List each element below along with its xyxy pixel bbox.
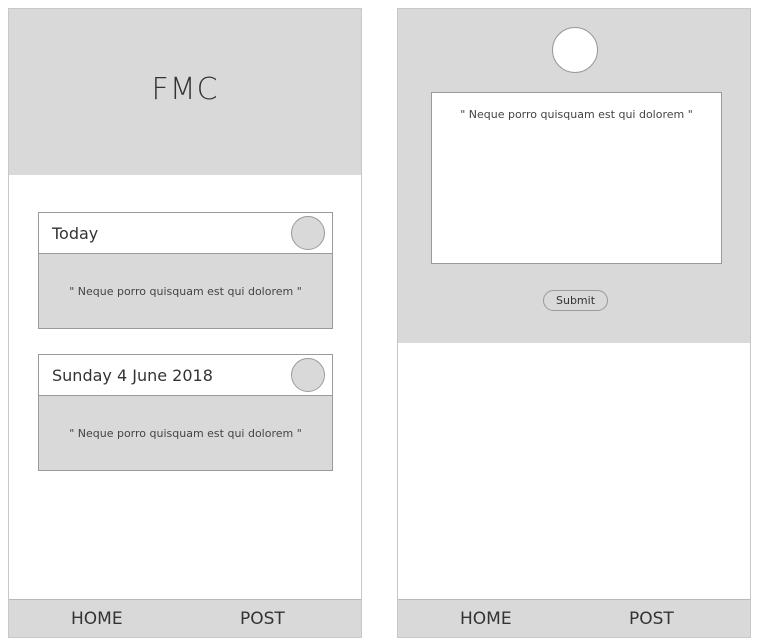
post-body: " Neque porro quisquam est qui dolorem " xyxy=(38,396,333,471)
nav-post-button[interactable]: POST xyxy=(240,600,285,637)
avatar[interactable] xyxy=(291,358,325,392)
post-text: " Neque porro quisquam est qui dolorem " xyxy=(69,426,302,440)
submit-button[interactable]: Submit xyxy=(543,290,608,311)
nav-post-button[interactable]: POST xyxy=(629,600,674,637)
nav-home-button[interactable]: HOME xyxy=(71,600,123,637)
bottom-nav: HOME POST xyxy=(398,599,750,637)
app-header: FMC xyxy=(9,9,361,175)
post-date: Sunday 4 June 2018 xyxy=(52,365,213,385)
compose-panel: " Neque porro quisquam est qui dolorem "… xyxy=(398,9,750,343)
post-date: Today xyxy=(52,223,99,243)
nav-home-button[interactable]: HOME xyxy=(460,600,512,637)
post-card-header: Sunday 4 June 2018 xyxy=(38,354,333,396)
post-card-header: Today xyxy=(38,212,333,254)
app-title: FMC xyxy=(151,71,219,107)
bottom-nav: HOME POST xyxy=(9,599,361,637)
post-text-input[interactable]: " Neque porro quisquam est qui dolorem " xyxy=(431,92,722,264)
post-text-placeholder: " Neque porro quisquam est qui dolorem " xyxy=(460,108,693,121)
avatar[interactable] xyxy=(552,27,598,73)
post-text: " Neque porro quisquam est qui dolorem " xyxy=(69,284,302,298)
feed-screen: FMC Today " Neque porro quisquam est qui… xyxy=(8,8,362,638)
post-body: " Neque porro quisquam est qui dolorem " xyxy=(38,254,333,329)
post-card[interactable]: Today " Neque porro quisquam est qui dol… xyxy=(38,212,333,329)
compose-screen: " Neque porro quisquam est qui dolorem "… xyxy=(397,8,751,638)
post-card[interactable]: Sunday 4 June 2018 " Neque porro quisqua… xyxy=(38,354,333,471)
avatar[interactable] xyxy=(291,216,325,250)
